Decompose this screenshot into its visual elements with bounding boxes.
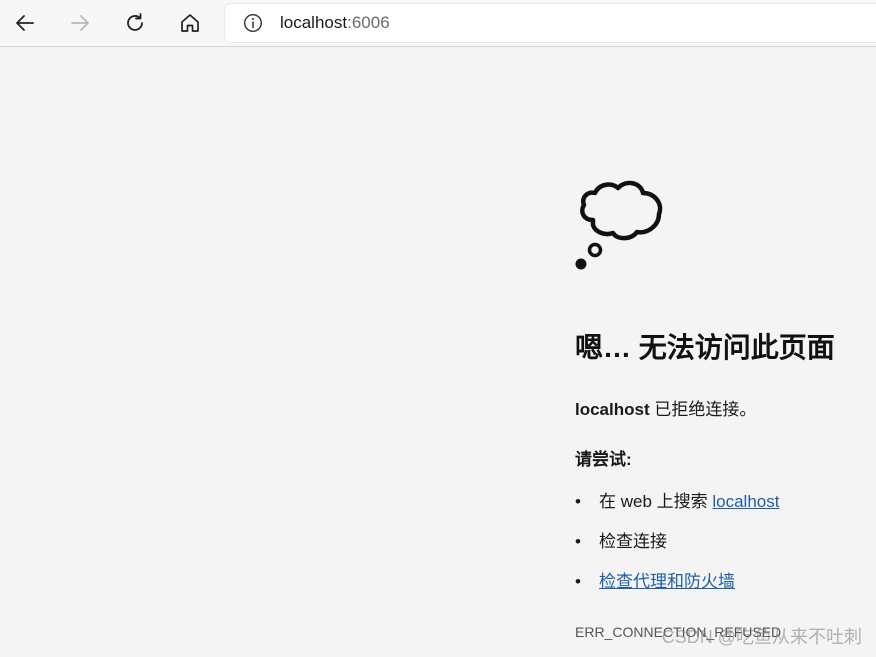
check-proxy-firewall-link[interactable]: 检查代理和防火墙 xyxy=(599,572,735,591)
refused-message: localhost 已拒绝连接。 xyxy=(575,399,756,421)
watermark: CSDN @吃鱼从来不吐刺 xyxy=(661,627,862,647)
reload-icon xyxy=(127,13,143,31)
address-bar[interactable]: localhost:6006 xyxy=(225,4,876,42)
back-button[interactable] xyxy=(8,6,42,40)
bullet: • xyxy=(575,572,581,591)
home-icon xyxy=(181,14,199,32)
bullet: • xyxy=(575,532,581,551)
suggestion-search-prefix: 在 web 上搜索 xyxy=(599,492,713,511)
bullet: • xyxy=(575,492,581,511)
url-text[interactable]: localhost:6006 xyxy=(280,13,390,33)
forward-button[interactable] xyxy=(63,6,97,40)
browser-toolbar: localhost:6006 xyxy=(0,0,876,47)
refused-host: localhost xyxy=(575,400,650,419)
back-arrow-icon xyxy=(16,15,34,31)
check-connection-text: 检查连接 xyxy=(599,532,667,551)
info-icon[interactable] xyxy=(243,13,263,33)
search-localhost-link[interactable]: localhost xyxy=(712,492,779,511)
home-button[interactable] xyxy=(173,6,207,40)
reload-button[interactable] xyxy=(118,6,152,40)
try-label: 请尝试: xyxy=(575,450,632,469)
error-headline: 嗯… 无法访问此页面 xyxy=(575,332,835,363)
refused-text: 已拒绝连接。 xyxy=(649,400,757,419)
forward-arrow-icon xyxy=(71,15,89,31)
thought-cloud-icon xyxy=(575,180,663,270)
url-port: :6006 xyxy=(347,13,390,32)
url-host: localhost xyxy=(280,13,348,32)
